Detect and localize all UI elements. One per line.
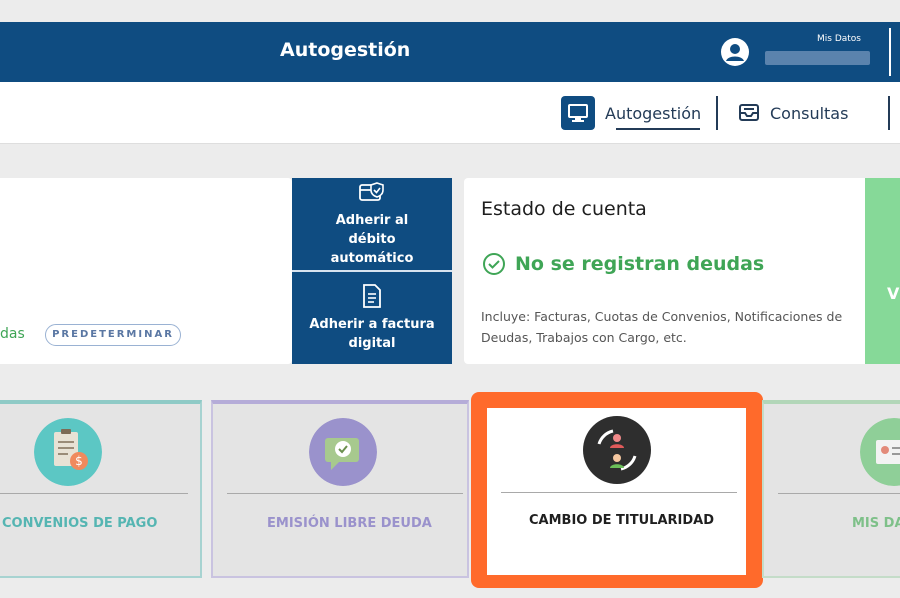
mis-datos-label[interactable]: Mis Datos <box>817 34 861 44</box>
nav-separator <box>888 96 890 130</box>
id-card-icon <box>860 418 900 486</box>
predeterminar-button[interactable]: PREDETERMINAR <box>45 324 181 346</box>
nav-tab-consultas[interactable]: Consultas <box>738 96 848 130</box>
tile-divider <box>501 492 737 493</box>
sub-navigation: Autogestión Consultas <box>0 82 900 144</box>
page-title: Autogestión <box>280 39 411 61</box>
tile-libre-deuda-label: EMISIÓN LIBRE DEUDA <box>267 516 432 531</box>
adherir-factura-button[interactable]: Adherir a factura digital <box>292 272 452 364</box>
estado-status: No se registran deudas <box>482 252 764 276</box>
estado-cuenta-card: Estado de cuenta No se registran deudas … <box>464 178 868 364</box>
nav-tab-consultas-label: Consultas <box>770 103 849 123</box>
adherir-debito-button[interactable]: Adherir al débito automático <box>292 178 452 270</box>
document-icon <box>363 284 381 308</box>
ver-detalle-partial-label: V <box>887 284 900 303</box>
payment-plan-icon: $ <box>34 418 102 486</box>
tile-convenios-pago[interactable]: $ CONVENIOS DE PAGO <box>0 400 202 578</box>
nav-tab-autogestion[interactable]: Autogestión <box>561 96 701 130</box>
tile-cambio-titularidad[interactable]: CAMBIO DE TITULARIDAD <box>487 408 746 575</box>
ver-detalle-button[interactable]: V <box>865 178 900 364</box>
transfer-people-icon <box>583 416 651 484</box>
monitor-icon <box>561 96 595 130</box>
check-circle-icon <box>483 253 505 275</box>
tile-divider <box>227 493 463 494</box>
account-card: das PREDETERMINAR <box>0 178 292 364</box>
adherir-factura-label: Adherir a factura digital <box>309 317 435 351</box>
user-avatar-icon[interactable] <box>721 38 749 66</box>
estado-detail-text: Incluye: Facturas, Cuotas de Convenios, … <box>481 309 843 345</box>
chat-check-icon <box>309 418 377 486</box>
estado-status-text: No se registran deudas <box>515 253 765 275</box>
svg-text:$: $ <box>75 454 83 468</box>
tile-cambio-label: CAMBIO DE TITULARIDAD <box>529 513 715 528</box>
tile-emision-libre-deuda[interactable]: EMISIÓN LIBRE DEUDA <box>211 400 469 578</box>
adherir-debito-label: Adherir al débito automático <box>330 212 414 266</box>
inbox-icon <box>739 104 759 121</box>
tile-divider <box>0 493 188 494</box>
redacted-user-name <box>765 51 870 65</box>
tile-convenios-label: CONVENIOS DE PAGO <box>2 516 158 531</box>
tile-mis-datos-label: MIS DA <box>852 516 900 531</box>
top-header-bar: Autogestión Mis Datos <box>0 22 900 82</box>
active-tab-underline <box>616 128 700 130</box>
header-divider <box>889 28 891 76</box>
estado-cuenta-title: Estado de cuenta <box>481 198 647 220</box>
nav-tab-autogestion-label: Autogestión <box>605 103 702 123</box>
card-shield-icon <box>359 181 384 201</box>
nav-separator <box>716 96 718 130</box>
tile-mis-datos[interactable]: MIS DA <box>762 400 900 578</box>
deudas-status-partial: das <box>0 326 25 342</box>
tile-divider <box>778 493 900 494</box>
